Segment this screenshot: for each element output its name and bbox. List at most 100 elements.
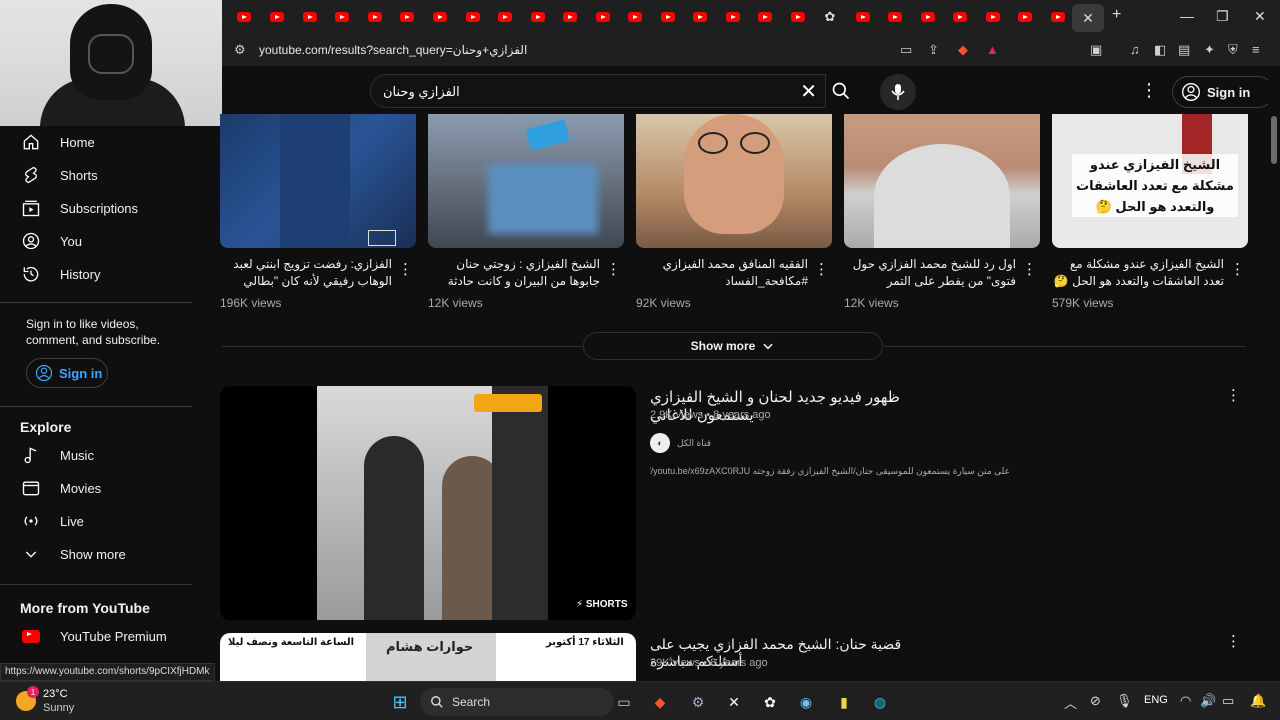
- browser-tab[interactable]: [981, 6, 1005, 28]
- keyboard-language[interactable]: ENG: [1144, 694, 1168, 706]
- short-card[interactable]: الشيخ الفيزازي : زوجتي حنان جابوها من ال…: [428, 114, 624, 310]
- sidebar-item-music[interactable]: Music: [0, 439, 200, 471]
- file-app-icon[interactable]: ▮: [832, 690, 856, 714]
- short-thumbnail[interactable]: [844, 114, 1040, 248]
- browser-tab[interactable]: [786, 6, 810, 28]
- channel-avatar[interactable]: ◐: [650, 433, 670, 453]
- new-tab-button[interactable]: +: [1112, 6, 1121, 24]
- brave-shields-icon[interactable]: ◆: [958, 42, 968, 58]
- weather-temperature[interactable]: 23°C: [43, 688, 68, 700]
- more-options-icon[interactable]: ⋮: [606, 260, 621, 278]
- browser-tab[interactable]: [1013, 6, 1037, 28]
- more-options-icon[interactable]: ⋮: [814, 260, 829, 278]
- more-options-icon[interactable]: ⋮: [398, 260, 413, 278]
- browser-tab[interactable]: [1046, 6, 1070, 28]
- battery-icon[interactable]: ▭: [1222, 693, 1234, 709]
- browser-tab[interactable]: ✿: [818, 6, 842, 28]
- wifi-icon[interactable]: ◠: [1180, 693, 1191, 709]
- sidebar-show-more[interactable]: Show more: [0, 538, 200, 570]
- browser-tab[interactable]: [656, 6, 680, 28]
- brave-rewards-icon[interactable]: ▲: [986, 42, 999, 57]
- video-thumbnail[interactable]: الثلاثاء 17 أكتوبر حوارات هشام الساعة ال…: [220, 633, 636, 681]
- browser-tab[interactable]: [526, 6, 550, 28]
- browser-tab[interactable]: [461, 6, 485, 28]
- menu-icon[interactable]: ≡: [1252, 42, 1260, 57]
- no-notification-icon[interactable]: ⊘: [1090, 693, 1101, 709]
- browser-tab[interactable]: [232, 6, 256, 28]
- more-options-icon[interactable]: ⋮: [1226, 386, 1241, 404]
- browser-tab[interactable]: [688, 6, 712, 28]
- search-input[interactable]: الفزازي وحنان ✕: [370, 74, 826, 108]
- more-options-icon[interactable]: ⋮: [1140, 80, 1158, 101]
- short-title[interactable]: الفزازي: رفضت تزويج ابنتي لعبد الوهاب رف…: [220, 256, 392, 290]
- window-close-button[interactable]: ✕: [1254, 8, 1266, 25]
- browser-tab[interactable]: [330, 6, 354, 28]
- sign-in-button[interactable]: Sign in: [1172, 76, 1274, 108]
- short-title[interactable]: اول رد للشيخ محمد الفزازي حول فتوى" من ي…: [844, 256, 1016, 290]
- minimize-button[interactable]: —: [1180, 8, 1194, 24]
- vpn-icon[interactable]: ⛨: [1228, 42, 1238, 58]
- taskbar-search[interactable]: Search: [420, 688, 614, 716]
- browser-tab[interactable]: [265, 6, 289, 28]
- short-title[interactable]: الشيخ الفيزازي عندو مشكلة مع تعدد العاشق…: [1052, 256, 1224, 290]
- show-hidden-icons-icon[interactable]: ︿: [1064, 693, 1077, 712]
- maximize-button[interactable]: ❐: [1216, 8, 1229, 25]
- sidebar-item-youtube-premium[interactable]: YouTube Premium: [0, 620, 200, 652]
- browser-tab[interactable]: [916, 6, 940, 28]
- sidebar-sign-in-button[interactable]: Sign in: [26, 358, 108, 388]
- short-card[interactable]: الشيخ الفيزازي عندو مشكلة مع تعدد العاشق…: [1052, 114, 1248, 310]
- share-icon[interactable]: ⇪: [928, 42, 939, 58]
- short-card[interactable]: الفزازي: رفضت تزويج ابنتي لعبد الوهاب رف…: [220, 114, 416, 310]
- voice-search-button[interactable]: [880, 74, 916, 110]
- search-button[interactable]: [826, 74, 856, 108]
- browser-tab[interactable]: [851, 6, 875, 28]
- browser-tab[interactable]: [753, 6, 777, 28]
- cast-icon[interactable]: ▭: [900, 42, 912, 58]
- chatgpt-icon[interactable]: ✿: [758, 690, 782, 714]
- browser-tab[interactable]: [493, 6, 517, 28]
- brave-browser-icon[interactable]: ◆: [648, 690, 672, 714]
- browser-tab[interactable]: [721, 6, 745, 28]
- channel-name[interactable]: قناة الكل: [677, 438, 711, 449]
- browser-tab[interactable]: [428, 6, 452, 28]
- short-title[interactable]: الفقيه المنافق محمد الفيزازي #مكافحة_الف…: [636, 256, 808, 290]
- scroll-thumb[interactable]: [1271, 116, 1277, 164]
- short-thumbnail[interactable]: الشيخ الفيزازي عندو مشكلة مع تعدد العاشق…: [1052, 114, 1248, 248]
- steam-icon[interactable]: ◉: [794, 690, 818, 714]
- browser-tab[interactable]: [558, 6, 582, 28]
- wallet-icon[interactable]: ▤: [1178, 42, 1190, 58]
- short-card[interactable]: الفقيه المنافق محمد الفيزازي #مكافحة_الف…: [636, 114, 832, 310]
- video-thumbnail[interactable]: [220, 386, 636, 620]
- page-scrollbar[interactable]: [1268, 66, 1280, 680]
- task-view-icon[interactable]: ▭: [612, 690, 636, 714]
- sidebar-item-live[interactable]: Live: [0, 505, 200, 537]
- more-options-icon[interactable]: ⋮: [1022, 260, 1037, 278]
- browser-tab[interactable]: [363, 6, 387, 28]
- tabs-icon[interactable]: ▣: [1090, 42, 1102, 58]
- notification-bell-icon[interactable]: 🔔: [1250, 693, 1266, 709]
- short-title[interactable]: الشيخ الفيزازي : زوجتي حنان جابوها من ال…: [428, 256, 600, 290]
- edge-browser-icon[interactable]: ◍: [868, 690, 892, 714]
- browser-tab[interactable]: [948, 6, 972, 28]
- xbox-icon[interactable]: ✕: [722, 690, 746, 714]
- volume-icon[interactable]: 🔊: [1200, 693, 1216, 709]
- sidebar-item-subscriptions[interactable]: Subscriptions: [0, 192, 200, 224]
- browser-tab[interactable]: [623, 6, 647, 28]
- music-note-icon[interactable]: ♫: [1130, 42, 1140, 57]
- microphone-icon[interactable]: 🎙: [1116, 693, 1133, 709]
- show-more-button[interactable]: Show more: [583, 332, 883, 360]
- browser-tab[interactable]: [298, 6, 322, 28]
- site-settings-icon[interactable]: ⚙: [234, 42, 246, 58]
- short-thumbnail[interactable]: [220, 114, 416, 248]
- short-thumbnail[interactable]: [636, 114, 832, 248]
- windows-start-icon[interactable]: ⊞: [388, 690, 412, 714]
- sidebar-item-shorts[interactable]: Shorts: [0, 159, 200, 191]
- sidebar-item-home[interactable]: Home: [0, 126, 200, 158]
- active-tab-close-button[interactable]: ✕: [1072, 4, 1104, 32]
- browser-tab[interactable]: [883, 6, 907, 28]
- more-options-icon[interactable]: ⋮: [1230, 260, 1245, 278]
- short-card[interactable]: اول رد للشيخ محمد الفزازي حول فتوى" من ي…: [844, 114, 1040, 310]
- settings-gear-icon[interactable]: ⚙: [686, 690, 710, 714]
- leo-ai-icon[interactable]: ✦: [1204, 42, 1215, 58]
- browser-tab[interactable]: [395, 6, 419, 28]
